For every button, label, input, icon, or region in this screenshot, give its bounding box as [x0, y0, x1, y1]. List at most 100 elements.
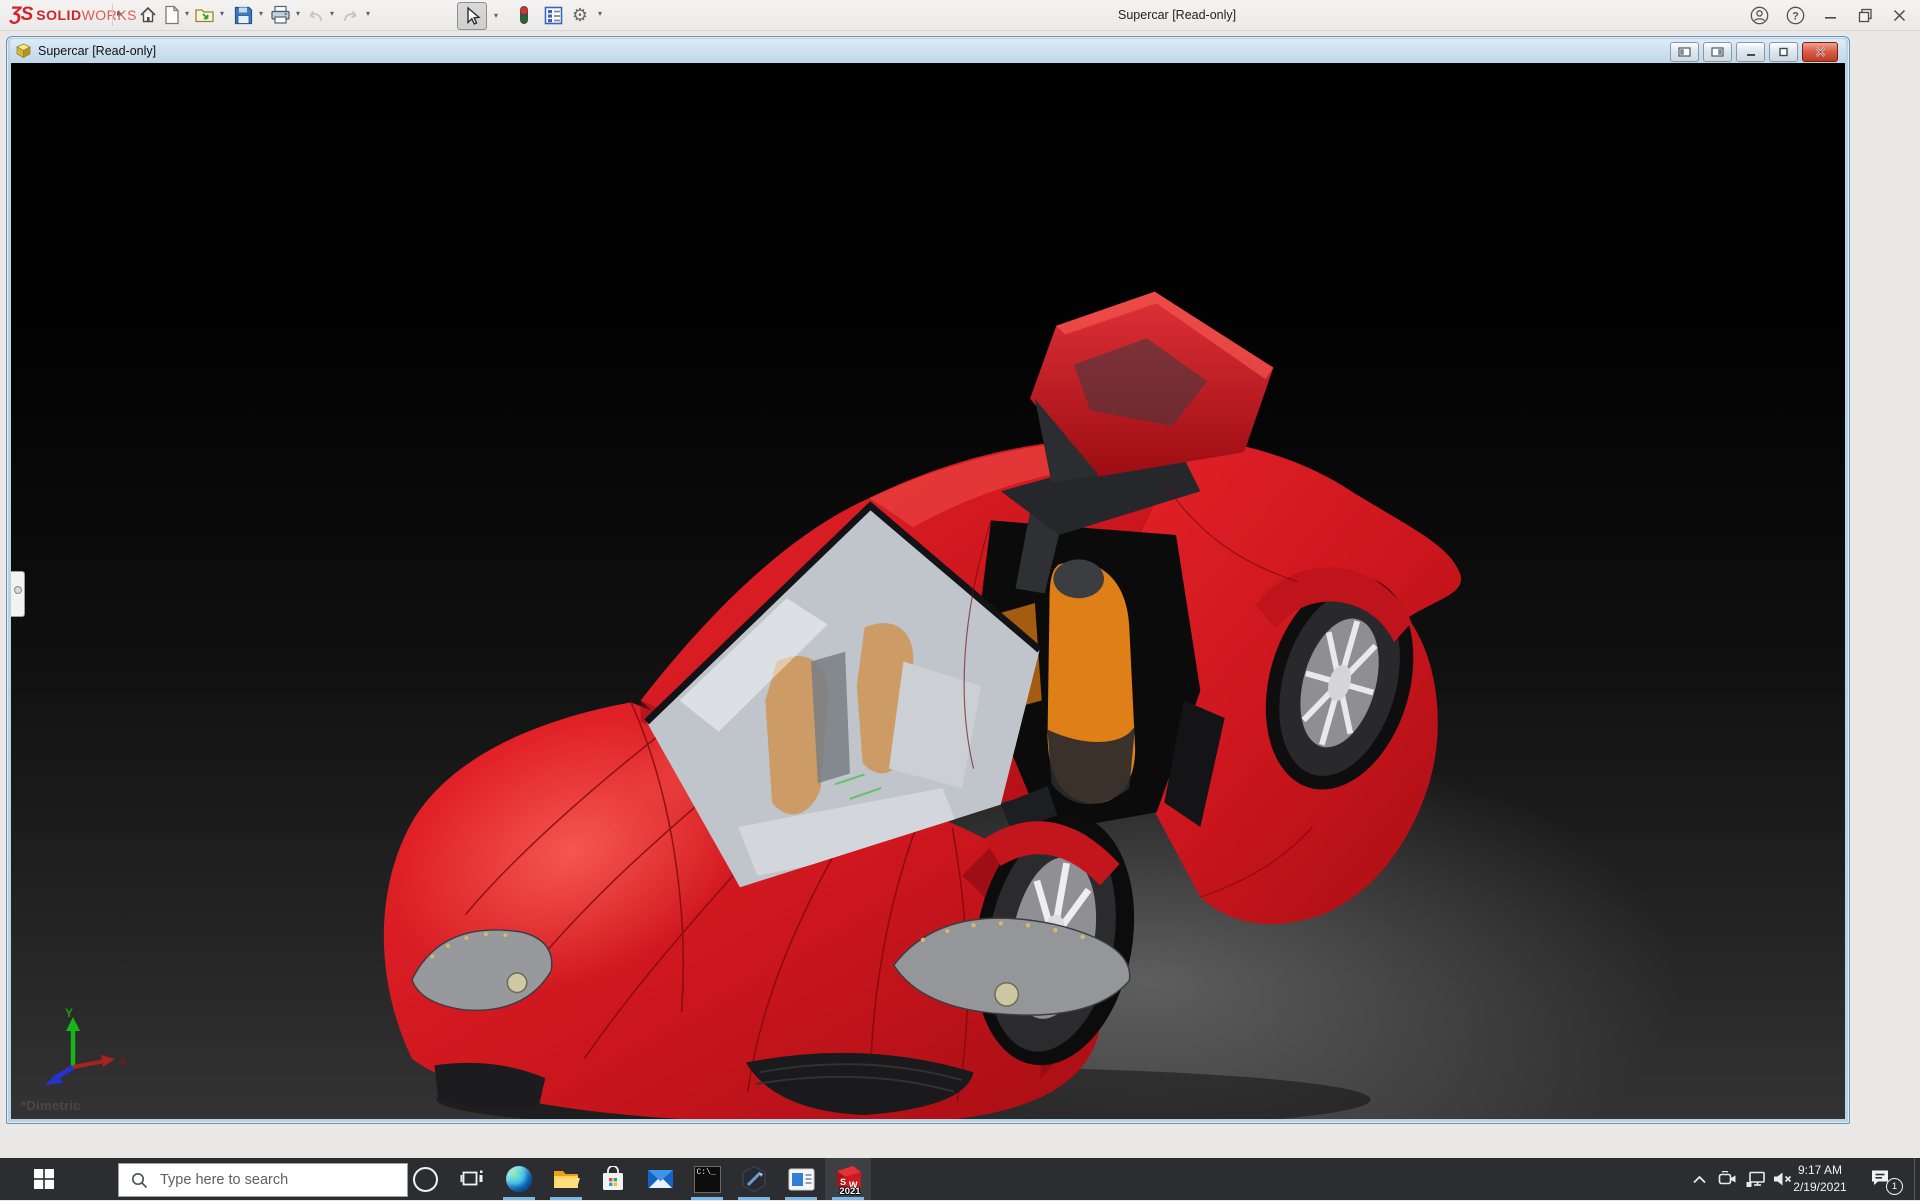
doc-minimize-button[interactable]	[1736, 42, 1765, 62]
store-icon	[601, 1166, 625, 1192]
meet-now-button[interactable]	[1714, 1158, 1740, 1200]
assembly-part-icon	[15, 43, 32, 59]
network-icon	[1746, 1171, 1765, 1188]
help-button[interactable]: ?	[1782, 3, 1808, 27]
taskbar-edge[interactable]	[496, 1158, 542, 1200]
restore-icon	[1858, 8, 1873, 23]
edge-icon	[506, 1166, 532, 1192]
document-titlebar[interactable]: Supercar [Read-only]	[10, 39, 1846, 63]
file-properties-button[interactable]	[541, 3, 565, 27]
pane-left-icon	[1678, 47, 1691, 57]
selection-indicator-button[interactable]	[512, 3, 536, 27]
close-button[interactable]	[1886, 3, 1912, 27]
view-orientation-label: *Dimetric	[21, 1098, 81, 1113]
taskbar-cortana[interactable]	[402, 1158, 448, 1200]
graphics-viewport[interactable]: Y X *Dimetric	[11, 63, 1845, 1119]
tab-dot-icon	[14, 586, 22, 594]
divider	[112, 4, 113, 26]
brand-glyph: ƷS	[10, 4, 32, 26]
command-prompt-icon: C:\_	[694, 1166, 721, 1193]
undo-button[interactable]	[303, 3, 327, 27]
taskbar-file-explorer[interactable]	[543, 1158, 589, 1200]
hexagon-app-icon	[740, 1165, 768, 1193]
mail-icon	[647, 1168, 674, 1190]
taskbar-solidworks[interactable]: S W 2021	[825, 1158, 871, 1200]
search-icon	[131, 1172, 148, 1189]
cmd-prompt-text: C:\_	[697, 1168, 716, 1177]
dropdown-caret-icon[interactable]: ▾	[490, 11, 502, 20]
taskbar-paint3d[interactable]	[731, 1158, 777, 1200]
options-button[interactable]: ⚙	[568, 3, 592, 27]
windows-taskbar: C:\_ S W 2021	[0, 1158, 1920, 1200]
svg-text:?: ?	[1792, 10, 1799, 22]
solidworks-year-label: 2021	[831, 1186, 869, 1197]
app-title: Supercar [Read-only]	[1118, 0, 1236, 30]
chevron-up-icon	[1692, 1174, 1707, 1185]
save-icon	[234, 6, 253, 25]
open-button[interactable]	[192, 3, 216, 27]
dropdown-caret-icon[interactable]: ▾	[255, 9, 267, 18]
doc-close-button[interactable]	[1802, 42, 1838, 62]
doc-minimize-icon	[1746, 48, 1756, 57]
help-icon: ?	[1786, 6, 1805, 25]
print-button[interactable]	[268, 3, 292, 27]
account-button[interactable]	[1746, 3, 1772, 27]
doc-close-icon	[1815, 47, 1826, 57]
dropdown-caret-icon[interactable]: ▾	[594, 9, 606, 18]
triad-x-label: X	[119, 1056, 127, 1068]
clock-time: 9:17 AM	[1784, 1162, 1856, 1179]
taskbar-command-prompt[interactable]: C:\_	[684, 1158, 730, 1200]
taskbar-search[interactable]	[118, 1163, 408, 1197]
dropdown-caret-icon[interactable]: ▾	[216, 9, 228, 18]
featuremanager-collapsed-tab[interactable]	[11, 571, 25, 617]
file-properties-icon	[544, 6, 563, 25]
start-button[interactable]	[0, 1158, 88, 1200]
taskbar-store[interactable]	[590, 1158, 636, 1200]
home-button[interactable]	[136, 3, 160, 27]
hidden-icons-button[interactable]	[1686, 1158, 1712, 1200]
clock-date: 2/19/2021	[1784, 1179, 1856, 1196]
dropdown-caret-icon[interactable]: ▾	[362, 9, 374, 18]
minimize-button[interactable]	[1818, 3, 1844, 27]
account-icon	[1750, 6, 1769, 25]
taskbar-clock[interactable]: 9:17 AM 2/19/2021	[1784, 1162, 1856, 1196]
pane-right-icon	[1711, 47, 1724, 57]
gear-icon: ⚙	[572, 5, 588, 26]
taskbar-app-window[interactable]	[778, 1158, 824, 1200]
windows-logo-icon	[33, 1168, 55, 1190]
document-window[interactable]: Supercar [Read-only]	[6, 36, 1850, 1124]
action-center-button[interactable]: 1	[1862, 1158, 1906, 1200]
search-input[interactable]	[158, 1171, 382, 1189]
doc-restore-icon	[1778, 47, 1789, 57]
doc-restore-button[interactable]	[1769, 42, 1798, 62]
triad-y-label: Y	[65, 1006, 73, 1020]
taskbar-task-view[interactable]	[449, 1158, 495, 1200]
home-icon	[138, 5, 158, 25]
system-tray: 9:17 AM 2/19/2021 1	[1690, 1158, 1920, 1200]
close-icon	[1893, 9, 1906, 22]
app-window-icon	[788, 1168, 815, 1191]
minimize-icon	[1824, 8, 1838, 22]
menu-expand-arrow-icon[interactable]: ▸	[117, 8, 122, 19]
select-tool-button[interactable]	[457, 2, 487, 30]
traffic-light-icon	[518, 5, 530, 25]
redo-button[interactable]	[339, 3, 363, 27]
cortana-icon	[413, 1167, 438, 1192]
new-document-icon	[163, 5, 181, 25]
network-button[interactable]	[1742, 1158, 1768, 1200]
print-icon	[270, 5, 291, 25]
document-title: Supercar [Read-only]	[38, 44, 156, 58]
app-titlebar: ƷS SOLID WORKS ▸ ▾ ▾ ▾	[0, 0, 1920, 31]
dropdown-caret-icon[interactable]: ▾	[326, 9, 338, 18]
orientation-triad[interactable]: Y X	[33, 1005, 129, 1091]
brand-works: WORKS	[82, 7, 137, 23]
show-desktop-button[interactable]	[1914, 1158, 1920, 1200]
supercar-model[interactable]	[301, 243, 1506, 1119]
save-button[interactable]	[231, 3, 255, 27]
task-view-icon	[460, 1168, 484, 1190]
pane-expand-right-button[interactable]	[1703, 42, 1732, 62]
taskbar-mail[interactable]	[637, 1158, 683, 1200]
restore-button[interactable]	[1852, 3, 1878, 27]
file-explorer-icon	[552, 1167, 580, 1191]
pane-collapse-left-button[interactable]	[1670, 42, 1699, 62]
